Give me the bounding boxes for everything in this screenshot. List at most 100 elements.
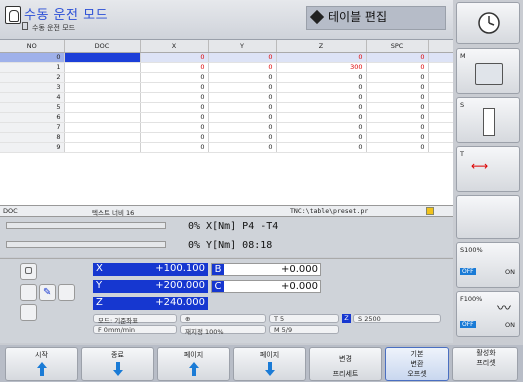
cell-no[interactable]: 6 bbox=[0, 112, 65, 123]
right-button[interactable] bbox=[58, 284, 75, 301]
cell-no[interactable]: 1 bbox=[0, 62, 65, 73]
table-row[interactable]: 7 0 0 0 0 bbox=[0, 122, 454, 133]
cell-no[interactable]: 4 bbox=[0, 92, 65, 103]
cell-x[interactable]: 0 bbox=[140, 142, 209, 153]
table-row[interactable]: 8 0 0 0 0 bbox=[0, 132, 454, 143]
empty-button[interactable] bbox=[456, 195, 520, 239]
s-on-label[interactable]: ON bbox=[505, 268, 515, 276]
cell-x[interactable]: 0 bbox=[140, 92, 209, 103]
cell-doc[interactable] bbox=[64, 102, 141, 113]
column-header-spc[interactable]: SPC bbox=[366, 40, 429, 53]
cell-spc[interactable]: 0 bbox=[366, 142, 429, 153]
preset-table[interactable]: NO DOC X Y Z SPC 0 0 0 0 0 1 0 0 300 0 2… bbox=[0, 40, 454, 205]
table-row[interactable]: 6 0 0 0 0 bbox=[0, 112, 454, 123]
column-header-z[interactable]: Z bbox=[276, 40, 367, 53]
cell-doc[interactable] bbox=[64, 142, 141, 153]
cell-z[interactable]: 0 bbox=[276, 72, 367, 83]
reset-button[interactable] bbox=[20, 263, 37, 280]
table-row[interactable]: 2 0 0 0 0 bbox=[0, 72, 454, 83]
s-function-button[interactable]: S bbox=[456, 97, 520, 143]
cell-spc[interactable]: 0 bbox=[366, 132, 429, 143]
softkey-base-transform[interactable]: 기본 변환 오프셋 bbox=[385, 347, 449, 381]
cell-z[interactable]: 0 bbox=[276, 82, 367, 93]
column-header-no[interactable]: NO bbox=[0, 40, 65, 53]
cell-spc[interactable]: 0 bbox=[366, 112, 429, 123]
cell-no[interactable]: 3 bbox=[0, 82, 65, 93]
cell-doc[interactable] bbox=[64, 82, 141, 93]
cell-x[interactable]: 0 bbox=[140, 122, 209, 133]
cell-no[interactable]: 9 bbox=[0, 142, 65, 153]
f-on-label[interactable]: ON bbox=[505, 321, 515, 329]
cell-x[interactable]: 0 bbox=[140, 72, 209, 83]
cell-doc[interactable] bbox=[64, 72, 141, 83]
s-off-label[interactable]: OFF bbox=[460, 268, 476, 275]
cell-x[interactable]: 0 bbox=[140, 82, 209, 93]
column-header-doc[interactable]: DOC bbox=[64, 40, 141, 53]
cell-y[interactable]: 0 bbox=[208, 102, 277, 113]
cell-z[interactable]: 0 bbox=[276, 52, 367, 63]
cell-x[interactable]: 0 bbox=[140, 62, 209, 73]
cell-spc[interactable]: 0 bbox=[366, 72, 429, 83]
cell-y[interactable]: 0 bbox=[208, 92, 277, 103]
t-function-button[interactable]: T ⟷ bbox=[456, 146, 520, 192]
cell-x[interactable]: 0 bbox=[140, 102, 209, 113]
table-row[interactable]: 3 0 0 0 0 bbox=[0, 82, 454, 93]
cell-spc[interactable]: 0 bbox=[366, 122, 429, 133]
cell-z[interactable]: 300 bbox=[276, 62, 367, 73]
left-button[interactable] bbox=[20, 284, 37, 301]
cell-x[interactable]: 0 bbox=[140, 132, 209, 143]
axis-x-row: X +100.100 bbox=[93, 263, 208, 276]
cell-y[interactable]: 0 bbox=[208, 132, 277, 143]
cell-doc[interactable] bbox=[64, 132, 141, 143]
cell-doc[interactable] bbox=[64, 62, 141, 73]
table-row[interactable]: 0 0 0 0 0 bbox=[0, 52, 454, 63]
cell-y[interactable]: 0 bbox=[208, 122, 277, 133]
cell-spc[interactable]: 0 bbox=[366, 52, 429, 63]
cell-y[interactable]: 0 bbox=[208, 72, 277, 83]
cell-z[interactable]: 0 bbox=[276, 132, 367, 143]
cell-spc[interactable]: 0 bbox=[366, 102, 429, 113]
softkey-start[interactable]: 시작 bbox=[5, 347, 78, 381]
m-function-button[interactable]: M bbox=[456, 48, 520, 94]
edit-button[interactable]: ✎ bbox=[39, 284, 56, 301]
cell-doc[interactable] bbox=[64, 92, 141, 103]
cell-no[interactable]: 5 bbox=[0, 102, 65, 113]
cell-z[interactable]: 0 bbox=[276, 102, 367, 113]
cell-y[interactable]: 0 bbox=[208, 142, 277, 153]
table-row[interactable]: 5 0 0 0 0 bbox=[0, 102, 454, 113]
column-header-x[interactable]: X bbox=[140, 40, 209, 53]
cell-z[interactable]: 0 bbox=[276, 92, 367, 103]
column-header-y[interactable]: Y bbox=[208, 40, 277, 53]
cell-doc[interactable] bbox=[64, 112, 141, 123]
cell-x[interactable]: 0 bbox=[140, 52, 209, 63]
feed-override[interactable]: F100% 〰 OFF ON bbox=[456, 291, 520, 337]
cell-z[interactable]: 0 bbox=[276, 142, 367, 153]
cell-z[interactable]: 0 bbox=[276, 122, 367, 133]
cell-spc[interactable]: 0 bbox=[366, 62, 429, 73]
spindle-override[interactable]: S100% OFF ON bbox=[456, 242, 520, 288]
clock-button[interactable] bbox=[456, 2, 520, 44]
cell-y[interactable]: 0 bbox=[208, 112, 277, 123]
cell-z[interactable]: 0 bbox=[276, 112, 367, 123]
extra-button[interactable] bbox=[20, 304, 37, 321]
cell-x[interactable]: 0 bbox=[140, 112, 209, 123]
cell-no[interactable]: 8 bbox=[0, 132, 65, 143]
cell-no[interactable]: 7 bbox=[0, 122, 65, 133]
cell-spc[interactable]: 0 bbox=[366, 82, 429, 93]
cell-no[interactable]: 2 bbox=[0, 72, 65, 83]
table-row[interactable]: 4 0 0 0 0 bbox=[0, 92, 454, 103]
softkey-change-preset[interactable]: 변경 프리세트 bbox=[309, 347, 382, 381]
table-row[interactable]: 1 0 0 300 0 bbox=[0, 62, 454, 73]
table-row[interactable]: 9 0 0 0 0 bbox=[0, 142, 454, 153]
softkey-end[interactable]: 종료 bbox=[81, 347, 154, 381]
cell-y[interactable]: 0 bbox=[208, 82, 277, 93]
softkey-page-up[interactable]: 페이지 bbox=[157, 347, 230, 381]
cell-doc[interactable] bbox=[64, 122, 141, 133]
cell-y[interactable]: 0 bbox=[208, 52, 277, 63]
cell-y[interactable]: 0 bbox=[208, 62, 277, 73]
cell-no[interactable]: 0 bbox=[0, 52, 65, 63]
cell-spc[interactable]: 0 bbox=[366, 92, 429, 103]
cell-doc[interactable] bbox=[64, 52, 141, 63]
softkey-page-down[interactable]: 페이지 bbox=[233, 347, 306, 381]
f-off-label[interactable]: OFF bbox=[460, 321, 476, 328]
